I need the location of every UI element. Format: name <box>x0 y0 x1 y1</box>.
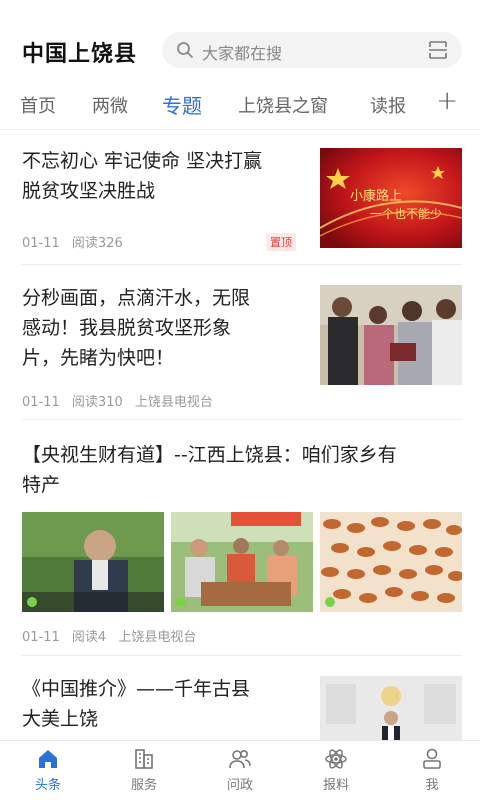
item-thumbnail <box>320 676 462 740</box>
search-placeholder: 大家都在搜 <box>202 44 283 63</box>
people-icon <box>229 749 251 769</box>
nav-headlines[interactable]: 头条 <box>18 747 78 793</box>
nav-me[interactable]: 我 <box>402 747 462 793</box>
item-reads: 阅读310 <box>71 395 123 410</box>
thumbnail-image: 小康路上 一个也不能少 <box>320 148 462 248</box>
news-feed: 不忘初心 牢记使命 坚决打赢 脱贫攻坚决胜战 01-11 阅读326 置顶 小康… <box>0 130 480 740</box>
item-reads: 阅读326 <box>71 236 123 251</box>
item-thumbnail-1 <box>22 512 164 612</box>
nav-label: 问政 <box>226 778 253 793</box>
thumbnail-image <box>320 285 462 385</box>
thumbnail-image <box>320 512 462 612</box>
thumb-caption-2: 一个也不能少 <box>370 207 442 221</box>
item-title: 分秒画面，点滴汗水，无限 感动！我县脱贫攻坚形象 片，先睹为快吧！ <box>22 283 312 373</box>
title-line: 【央视生财有道】--江西上饶县：咱们家乡有 <box>22 444 397 466</box>
item-thumbnail <box>320 285 462 385</box>
title-line: 片，先睹为快吧！ <box>22 347 175 369</box>
category-tabs: 首页 两微 专题 上饶县之窗 读报 + <box>0 80 480 130</box>
title-line: 脱贫攻坚决胜战 <box>22 180 156 202</box>
item-source: 上饶县电视台 <box>118 630 197 645</box>
title-line: 大美上饶 <box>22 708 99 730</box>
atom-icon <box>325 749 347 769</box>
item-reads: 阅读4 <box>71 630 107 645</box>
thumbnail-image <box>320 676 462 740</box>
search-icon <box>177 42 193 58</box>
title-line: 分秒画面，点滴汗水，无限 <box>22 287 251 309</box>
item-date: 01-11 <box>22 236 60 251</box>
item-meta: 01-11 阅读4 上饶县电视台 <box>22 626 204 645</box>
title-line: 特产 <box>22 474 61 496</box>
title-line: 不忘初心 牢记使命 坚决打赢 <box>22 150 263 172</box>
nav-inquiry[interactable]: 问政 <box>210 747 270 793</box>
tab-home[interactable]: 首页 <box>20 92 56 118</box>
item-title: 不忘初心 牢记使命 坚决打赢 脱贫攻坚决胜战 <box>22 146 312 206</box>
search-bar[interactable]: 大家都在搜 <box>162 32 462 68</box>
nav-label: 头条 <box>34 778 61 793</box>
item-date: 01-11 <box>22 395 60 410</box>
list-item[interactable]: 分秒画面，点滴汗水，无限 感动！我县脱贫攻坚形象 片，先睹为快吧！ 01-11 … <box>22 265 462 420</box>
thumbnail-image <box>22 512 164 612</box>
list-item[interactable]: 《中国推介》——千年古县 大美上饶 <box>22 656 462 740</box>
tab-zhuanti[interactable]: 专题 <box>162 90 202 119</box>
title-line: 感动！我县脱贫攻坚形象 <box>22 317 232 339</box>
item-meta: 01-11 阅读310 上饶县电视台 <box>22 391 221 410</box>
list-item[interactable]: 【央视生财有道】--江西上饶县：咱们家乡有 特产 01-11 阅读4 上饶县电视… <box>22 420 462 656</box>
item-date: 01-11 <box>22 630 60 645</box>
item-title: 【央视生财有道】--江西上饶县：咱们家乡有 特产 <box>22 440 462 500</box>
app-title: 中国上饶县 <box>22 42 138 67</box>
thumbnail-image <box>171 512 313 612</box>
nav-services[interactable]: 服务 <box>114 747 174 793</box>
item-title: 《中国推介》——千年古县 大美上饶 <box>22 674 312 734</box>
header: 中国上饶县 大家都在搜 <box>0 0 480 80</box>
scan-icon[interactable] <box>428 40 448 60</box>
item-source: 上饶县电视台 <box>134 395 213 410</box>
pinned-badge: 置顶 <box>266 233 296 251</box>
item-meta: 01-11 阅读326 <box>22 232 131 251</box>
user-icon <box>423 748 441 769</box>
nav-label: 服务 <box>130 778 157 793</box>
list-item[interactable]: 不忘初心 牢记使命 坚决打赢 脱贫攻坚决胜战 01-11 阅读326 置顶 小康… <box>22 130 462 265</box>
add-tab-icon[interactable]: + <box>436 86 458 116</box>
tab-window[interactable]: 上饶县之窗 <box>238 92 328 118</box>
building-icon <box>135 749 153 769</box>
tab-dubao[interactable]: 读报 <box>370 92 406 118</box>
bottom-nav: 头条 服务 问政 报料 我 <box>0 740 480 800</box>
item-thumbnail: 小康路上 一个也不能少 <box>320 148 462 248</box>
home-icon <box>39 750 57 768</box>
item-thumbnail-2 <box>171 512 313 612</box>
tab-liangwei[interactable]: 两微 <box>92 92 128 118</box>
thumb-caption-1: 小康路上 <box>350 188 402 204</box>
title-line: 《中国推介》——千年古县 <box>22 678 251 700</box>
nav-label: 报料 <box>322 778 349 793</box>
nav-report[interactable]: 报料 <box>306 747 366 793</box>
nav-label: 我 <box>425 778 439 793</box>
item-thumbnail-3 <box>320 512 462 612</box>
